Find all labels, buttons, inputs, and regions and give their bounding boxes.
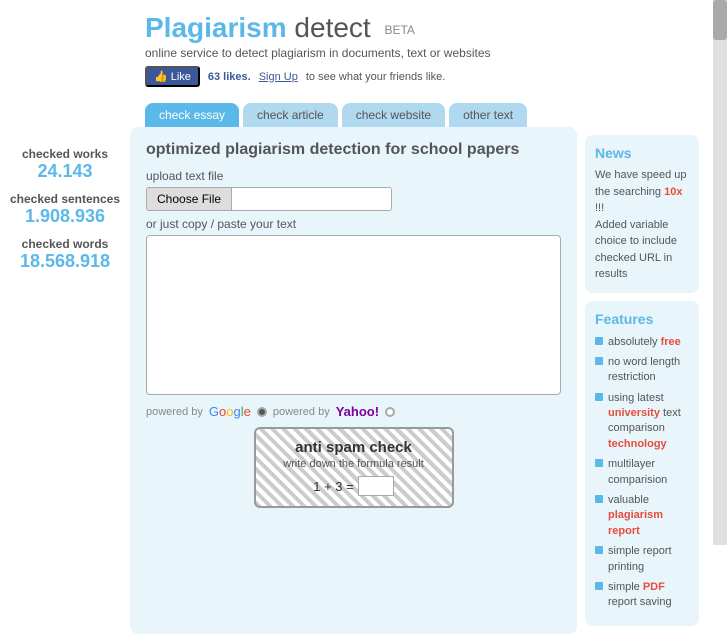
fb-thumb-icon: 👍 bbox=[154, 70, 168, 83]
stat1-label: checked works bbox=[8, 147, 122, 161]
scrollbar[interactable] bbox=[713, 0, 727, 545]
choose-file-button[interactable]: Choose File bbox=[146, 187, 232, 211]
stat3-value: 18.568.918 bbox=[8, 251, 122, 272]
news-text: We have speed up the searching 10x !!! A… bbox=[595, 167, 689, 283]
main-layout: checked works 24.143 checked sentences 1… bbox=[0, 127, 727, 634]
yahoo-logo: Yahoo! bbox=[336, 404, 379, 419]
feature-plagiarism-report: valuable plagiarism report bbox=[595, 493, 689, 539]
paste-label: or just copy / paste your text bbox=[146, 217, 561, 231]
feature-dot bbox=[595, 495, 603, 503]
center-heading: optimized plagiarism detection for schoo… bbox=[146, 141, 561, 159]
file-input-row: Choose File bbox=[146, 187, 561, 211]
fb-like-button[interactable]: 👍 Like bbox=[145, 66, 200, 87]
antispam-subtitle: write down the formula result bbox=[270, 458, 438, 470]
radio-google[interactable] bbox=[257, 407, 267, 417]
tab-check-essay[interactable]: check essay bbox=[145, 103, 239, 127]
google-logo: Google bbox=[209, 404, 251, 419]
file-path-input[interactable] bbox=[232, 187, 392, 211]
stat2-value: 1.908.936 bbox=[8, 206, 122, 227]
left-sidebar: checked works 24.143 checked sentences 1… bbox=[0, 127, 130, 634]
feature-dot bbox=[595, 393, 603, 401]
formula-text: 1 + 3 = bbox=[313, 479, 353, 494]
tagline: online service to detect plagiarism in d… bbox=[145, 46, 707, 60]
formula-input[interactable] bbox=[358, 476, 394, 496]
powered-by-1-label: powered by bbox=[146, 406, 203, 418]
feature-dot bbox=[595, 357, 603, 365]
feature-simple-report: simple report printing bbox=[595, 544, 689, 575]
fb-count: 63 likes. bbox=[208, 71, 251, 83]
title-blue: Plagiarism bbox=[145, 12, 287, 43]
tab-check-website[interactable]: check website bbox=[342, 103, 445, 127]
news-title: News bbox=[595, 145, 689, 161]
tabs: check essay check article check website … bbox=[0, 103, 727, 127]
stat3-label: checked words bbox=[8, 237, 122, 251]
feature-dot bbox=[595, 582, 603, 590]
feature-word-length: no word length restriction bbox=[595, 355, 689, 386]
fb-signup-suffix: to see what your friends like. bbox=[306, 71, 445, 83]
radio-yahoo[interactable] bbox=[385, 407, 395, 417]
beta-badge: BETA bbox=[384, 23, 414, 37]
feature-dot bbox=[595, 546, 603, 554]
stat1-value: 24.143 bbox=[8, 161, 122, 182]
stat2-label: checked sentences bbox=[8, 192, 122, 206]
fb-bar: 👍 Like 63 likes. Sign Up to see what you… bbox=[145, 66, 707, 87]
features-title: Features bbox=[595, 311, 689, 327]
antispam-formula: 1 + 3 = bbox=[270, 476, 438, 496]
feature-pdf-report: simple PDF report saving bbox=[595, 580, 689, 611]
feature-multilayer: multilayer comparision bbox=[595, 457, 689, 488]
fb-like-label: Like bbox=[171, 71, 191, 83]
title-rest: detect bbox=[287, 12, 371, 43]
feature-dot bbox=[595, 459, 603, 467]
feature-free: absolutely free bbox=[595, 335, 689, 350]
scrollbar-thumb[interactable] bbox=[713, 0, 727, 40]
antispam-box: anti spam check write down the formula r… bbox=[254, 427, 454, 508]
page-title: Plagiarism detect BETA bbox=[145, 12, 707, 44]
header: Plagiarism detect BETA online service to… bbox=[0, 0, 727, 95]
fb-signup-link[interactable]: Sign Up bbox=[259, 71, 298, 83]
powered-bar: powered by Google powered by Yahoo! bbox=[146, 404, 561, 419]
news-box: News We have speed up the searching 10x … bbox=[585, 135, 699, 293]
feature-university: using latest university text comparison … bbox=[595, 391, 689, 453]
upload-label: upload text file bbox=[146, 169, 561, 183]
feature-dot bbox=[595, 337, 603, 345]
powered-by-2-label: powered by bbox=[273, 406, 330, 418]
right-sidebar: News We have speed up the searching 10x … bbox=[577, 127, 707, 634]
features-box: Features absolutely free no word length … bbox=[585, 301, 699, 626]
paste-textarea[interactable] bbox=[146, 235, 561, 395]
center-content: optimized plagiarism detection for schoo… bbox=[130, 127, 577, 634]
tab-check-article[interactable]: check article bbox=[243, 103, 338, 127]
tab-other-text[interactable]: other text bbox=[449, 103, 527, 127]
antispam-title: anti spam check bbox=[270, 439, 438, 456]
